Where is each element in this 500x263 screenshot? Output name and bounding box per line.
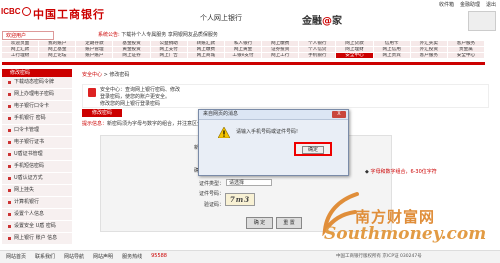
id-type-select[interactable]: 请选择 (226, 179, 272, 186)
sidebar-item[interactable]: U盾证书管理 (2, 149, 72, 161)
shield-icon (88, 88, 96, 97)
breadcrumb: 安全中心 > 修改密码 (82, 71, 129, 78)
close-icon[interactable]: X (332, 111, 346, 118)
sidebar-item[interactable]: 设置安全 U盾 密码 (2, 221, 72, 233)
nav-item[interactable]: 网上贵宾 (373, 53, 411, 59)
nav-item[interactable]: 账户账户 (76, 53, 114, 59)
sidebar-item[interactable]: 计算机银行 (2, 197, 72, 209)
notice-label: 系统公告: (98, 32, 120, 38)
logout-icon[interactable] (468, 11, 496, 31)
welcome-user-tab[interactable]: 欢迎用户 (2, 31, 54, 40)
sidebar-item[interactable]: U盾认证方式 (2, 173, 72, 185)
footer-link[interactable]: 网站首页 (6, 253, 26, 260)
captcha-image: 7m3 (225, 193, 255, 206)
logout-link[interactable]: 退出 (486, 1, 496, 8)
sidebar-item[interactable]: 网上银行 账户 信息 (2, 233, 72, 245)
sidebar-header[interactable]: 修改密码 (2, 69, 72, 77)
sidebar-item[interactable]: 设置个人信息 (2, 209, 72, 221)
sidebar-item[interactable]: 电子银行证书 (2, 137, 72, 149)
dialog-message: 请输入手机号码或证件号码! (236, 129, 299, 135)
info-text: 安全中心：查询网上银行密码、修改 登录密码，使您的账户更安全。 修改您的网上银行… (100, 87, 180, 108)
captcha-label: 验证码： (203, 202, 224, 208)
sidebar-item[interactable]: 手机短信密码 (2, 161, 72, 173)
breadcrumb-current: 修改密码 (109, 72, 130, 78)
nav-row: 工行理财 网上论坛 账户账户 网上证券 网上广告 网上商城 工银e支付 网上工行… (2, 53, 486, 59)
confirm-button[interactable]: 确 定 (246, 217, 273, 229)
personal-banking-title: 个人网上银行 (200, 14, 242, 22)
inbox-link[interactable]: 收件箱 (439, 1, 454, 8)
tab-modify-password[interactable]: 修改密码 (82, 109, 122, 117)
nav-item[interactable]: 网上论坛 (39, 53, 77, 59)
footer-link[interactable]: 网站声明 (93, 253, 113, 260)
footer-links: 网站首页 联系我们 网站导航 网站声明 服务热线 95588 (6, 253, 167, 260)
notice-text[interactable]: 下载补个人专属服务 享网银网友品质保服务 (121, 32, 218, 38)
id-type-label: 证件类型： (198, 181, 224, 187)
warning-icon (218, 127, 230, 138)
sidebar-item[interactable]: 网上挂失 (2, 185, 72, 197)
footer-link[interactable]: 网站导航 (64, 253, 84, 260)
password-hint: ◆ 字母和数字组合，6-30位字符 (365, 169, 437, 175)
sidebar-item[interactable]: 口令卡管理 (2, 125, 72, 137)
reset-button[interactable]: 重 置 (276, 217, 302, 229)
tip-message: 提示信息：新密码须为字母与数字的组合，并注意区分大小写 (82, 120, 217, 127)
id-number-label: 证件号码： (198, 191, 224, 197)
nav-item[interactable]: 网上工行 (262, 53, 300, 59)
main-nav: 欢迎页面 我的账户 定期存款 基金投资 公益捐助 转账汇款 私人银行 网上缴费 … (2, 41, 486, 59)
icbc-logo-text: ICBC (1, 7, 21, 16)
breadcrumb-home[interactable]: 安全中心 (82, 72, 102, 78)
icbc-logo-icon (22, 7, 31, 16)
sidebar-item[interactable]: 手机银行 密码 (2, 113, 72, 125)
bank-name: 中国工商银行 (33, 8, 105, 21)
nav-item-security-center[interactable]: 安全中心 (336, 53, 374, 59)
info-line: 安全中心：查询网上银行密码、修改 (100, 87, 181, 93)
info-line: 登录密码，使您的账户更安全。 (100, 94, 171, 100)
brand-slogan: 金融@家 (302, 16, 342, 27)
nav-item[interactable]: 工银e支付 (224, 53, 263, 59)
nav-item[interactable]: 网上商城 (187, 53, 225, 59)
nav-item[interactable]: 网上广告 (150, 53, 188, 59)
info-line: 修改您的网上银行登录密码 (100, 101, 161, 107)
nav-item[interactable]: 工行理财 (2, 53, 40, 59)
hotline-number: 95588 (151, 253, 167, 259)
footer-link[interactable]: 服务热线 (122, 253, 142, 260)
finance-assistant-link[interactable]: 金融助理 (460, 1, 480, 8)
copyright: 中国工商银行版权所有 京ICP证 030247号 (336, 254, 422, 259)
dialog-ok-button[interactable]: 确定 (294, 142, 332, 156)
system-notice: 系统公告: 下载补个人专属服务 享网银网友品质保服务 (98, 31, 218, 38)
top-links: 收件箱 金融助理 退出 (439, 1, 496, 8)
tip-label: 提示信息： (82, 121, 108, 127)
nav-item[interactable]: 客户服务 (410, 53, 448, 59)
footer-link[interactable]: 联系我们 (35, 253, 55, 260)
watermark-text-en: Southmoney.com (324, 224, 487, 244)
sidebar-item[interactable]: 网上办理电子密码 (2, 89, 72, 101)
nav-item[interactable]: 安全中心 (447, 53, 486, 59)
nav-item[interactable]: 网上证券 (113, 53, 151, 59)
sidebar-item[interactable]: 下载动态密码令牌 (2, 77, 72, 89)
nav-item[interactable]: 手机银行 (299, 53, 337, 59)
sidebar-item[interactable]: 电子银行口令卡 (2, 101, 72, 113)
dialog-title-text: 来自网页的消息 (203, 111, 239, 117)
nav-divider (2, 62, 485, 65)
sidebar: 修改密码 下载动态密码令牌 网上办理电子密码 电子银行口令卡 手机银行 密码 口… (2, 69, 72, 245)
dialog-title: 来自网页的消息 X (199, 110, 348, 120)
